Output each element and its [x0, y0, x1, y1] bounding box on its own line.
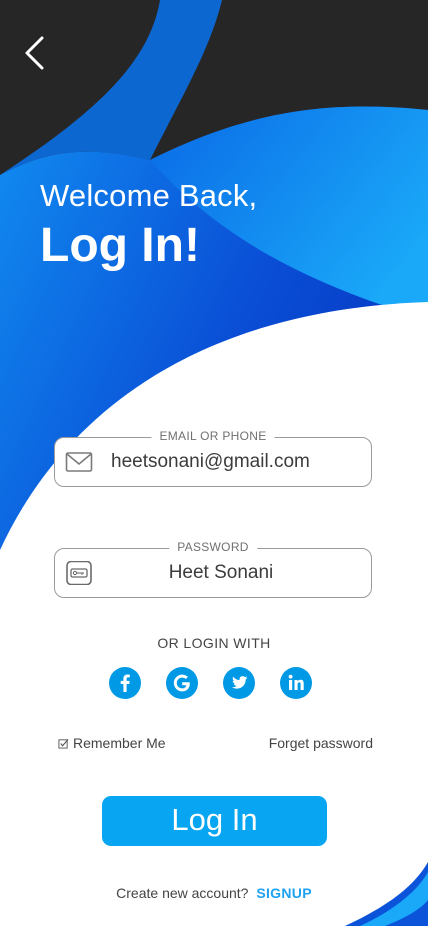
login-button[interactable]: Log In	[102, 796, 327, 846]
google-button[interactable]	[166, 667, 198, 699]
facebook-icon	[120, 674, 130, 692]
signup-row: Create new account? SIGNUP	[0, 885, 428, 901]
back-button[interactable]	[18, 32, 54, 74]
password-field-label: PASSWORD	[169, 540, 257, 554]
forget-password-link[interactable]: Forget password	[269, 735, 373, 751]
welcome-text: Welcome Back,	[40, 178, 258, 213]
page-title: Log In!	[40, 219, 200, 272]
password-input[interactable]: Heet Sonani	[111, 562, 331, 584]
mail-icon	[65, 452, 93, 472]
email-field-label: EMAIL OR PHONE	[151, 429, 275, 443]
linkedin-icon	[288, 674, 304, 690]
linkedin-button[interactable]	[280, 667, 312, 699]
checkbox-checked-icon	[58, 738, 69, 749]
twitter-button[interactable]	[223, 667, 255, 699]
remember-me-label: Remember Me	[73, 735, 166, 751]
password-icon	[66, 561, 92, 585]
email-input[interactable]: heetsonani@gmail.com	[111, 451, 323, 473]
password-field[interactable]: PASSWORD Heet Sonani	[54, 540, 372, 598]
remember-me-checkbox[interactable]: Remember Me	[58, 735, 166, 751]
or-login-with-label: OR LOGIN WITH	[157, 635, 271, 651]
chevron-left-icon	[25, 36, 44, 70]
twitter-icon	[232, 676, 248, 689]
email-field[interactable]: EMAIL OR PHONE heetsonani@gmail.com	[54, 429, 372, 487]
google-icon	[173, 674, 190, 692]
signup-link[interactable]: SIGNUP	[256, 885, 311, 901]
signup-prompt: Create new account?	[116, 885, 249, 901]
facebook-button[interactable]	[109, 667, 141, 699]
